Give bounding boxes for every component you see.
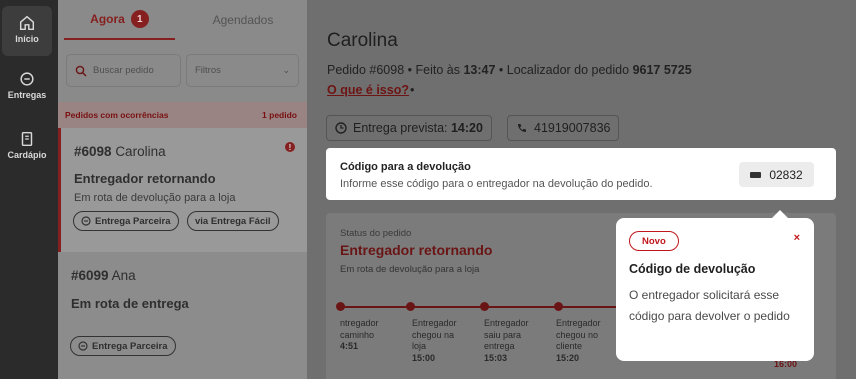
tab-label: Agendados [212,13,274,27]
order-number: #6098 [74,144,112,159]
alert-icon: ! [285,142,295,152]
search-icon [75,65,87,76]
order-card[interactable]: #6099 Ana Em rota de entrega Entrega Par… [58,252,307,379]
occurrences-count: 1 pedido [262,110,297,120]
return-code-title: Código para a devolução [340,161,471,173]
step-time: 4:51 [340,341,359,351]
home-icon [19,15,35,31]
timeline-dot [406,302,415,311]
step-line1: Entregador [556,318,601,328]
what-is-this-link[interactable]: O que é isso? [327,83,409,97]
search-input[interactable]: Buscar pedido [66,54,181,87]
eta-pill: Entrega prevista: 14:20 [326,115,492,141]
timeline-step: Entregador chegou na loja 15:00 [412,318,472,364]
phone-number: 41919007836 [534,121,611,135]
step-time: 15:00 [412,352,436,363]
tab-agora[interactable]: Agora 1 [64,0,175,40]
status-subtitle: Em rota de devolução para a loja [340,264,480,275]
nav-item-label: Entregas [7,90,47,100]
delivery-icon [78,341,88,351]
timeline-dot [336,302,345,311]
chip-entrega-parceira: Entrega Parceira [70,336,176,356]
step-line1: Entregador [412,318,457,328]
step-time: 15:03 [484,352,508,363]
step-time: 15:20 [556,352,580,363]
step-line1: Entregador [484,318,529,328]
order-customer: Carolina [115,144,166,159]
customer-name: Carolina [327,30,398,51]
chevron-down-icon: ⌄ [282,65,290,75]
order-title: #6099 Ana [71,268,136,283]
tab-count-badge: 1 [130,10,149,28]
step-line3: loja [412,341,427,351]
eta-label: Entrega prevista: [353,121,448,135]
timeline-step: ntregador caminho 4:51 [340,318,400,353]
eta-time: 14:20 [450,121,483,135]
locator-prefix: • Localizador do pedido [498,63,630,77]
step-line3: entrega [484,341,515,351]
nav-item-inicio[interactable]: Início [2,6,52,56]
timeline-step: Entregador saiu para entrega 15:03 [484,318,544,364]
nav-item-cardapio[interactable]: Cardápio [2,130,52,172]
tooltip-title: Código de devolução [629,262,756,276]
timeline-dot [554,302,563,311]
chip-entrega-facil: via Entrega Fácil [187,211,279,231]
return-code-value: 02832 [769,167,803,182]
phone-icon [518,124,526,132]
keyboard-icon [750,171,762,178]
return-code-card: Código para a devolução Informe esse cód… [326,148,836,200]
return-code-tooltip: Novo × Código de devolução O entregador … [616,218,814,361]
occurrences-header: Pedidos com ocorrências 1 pedido [58,102,307,128]
order-substatus: Em rota de devolução para a loja [74,192,236,204]
search-placeholder: Buscar pedido [93,65,154,76]
chip-label: Entrega Parceira [95,215,171,227]
order-prefix: Pedido #6098 • Feito às [327,63,460,77]
tabs: Agora 1 Agendados [58,0,307,40]
order-number: #6099 [71,268,109,283]
delivery-icon [81,216,91,226]
nav-rail: Início Entregas Cardápio [0,0,58,379]
order-status: Em rota de entrega [71,296,189,311]
order-customer: Ana [111,268,136,283]
menu-book-icon [21,131,33,147]
filter-select[interactable]: Filtros ⌄ [186,54,299,87]
order-time: 13:47 [463,63,496,77]
status-label: Status do pedido [340,228,412,239]
clock-icon [335,122,347,134]
phone-pill[interactable]: 41919007836 [507,115,620,141]
step-line2: saiu para [484,329,522,340]
order-card[interactable]: #6098 Carolina ! Entregador retornando E… [58,128,307,252]
order-meta: Pedido #6098 • Feito às 13:47 • Localiza… [327,63,692,77]
delivery-icon [20,72,34,86]
return-code-box: 02832 [739,162,814,187]
close-icon[interactable]: × [794,232,800,244]
timeline-dot [480,302,489,311]
chip-entrega-parceira: Entrega Parceira [73,211,179,231]
separator-dot: • [410,83,415,97]
tab-label: Agora [90,12,125,26]
return-code-subtitle: Informe esse código para o entregador na… [340,178,653,190]
occurrences-label: Pedidos com ocorrências [65,110,169,120]
order-title: #6098 Carolina [74,144,166,159]
step-line1: ntregador [340,318,379,328]
step-line2: caminho [340,329,375,340]
timeline-step: Entregador chegou no cliente 15:20 [556,318,616,364]
chip-label: Entrega Parceira [92,340,168,352]
step-line2: chegou na [412,329,455,340]
status-title: Entregador retornando [340,242,493,258]
tab-agendados[interactable]: Agendados [188,0,298,40]
order-status: Entregador retornando [74,171,216,186]
step-line2: chegou no [556,329,599,340]
order-list-panel: Agora 1 Agendados Buscar pedido Filtros … [58,0,307,379]
nav-item-entregas[interactable]: Entregas [2,70,52,112]
locator-value: 9617 5725 [632,63,692,77]
new-badge: Novo [629,231,679,251]
tooltip-body: O entregador solicitará esse código para… [629,288,790,323]
filter-label: Filtros [195,65,221,76]
step-line3: cliente [556,341,583,351]
nav-item-label: Cardápio [7,150,47,160]
chip-label: via Entrega Fácil [195,215,271,227]
nav-item-label: Início [15,34,39,44]
